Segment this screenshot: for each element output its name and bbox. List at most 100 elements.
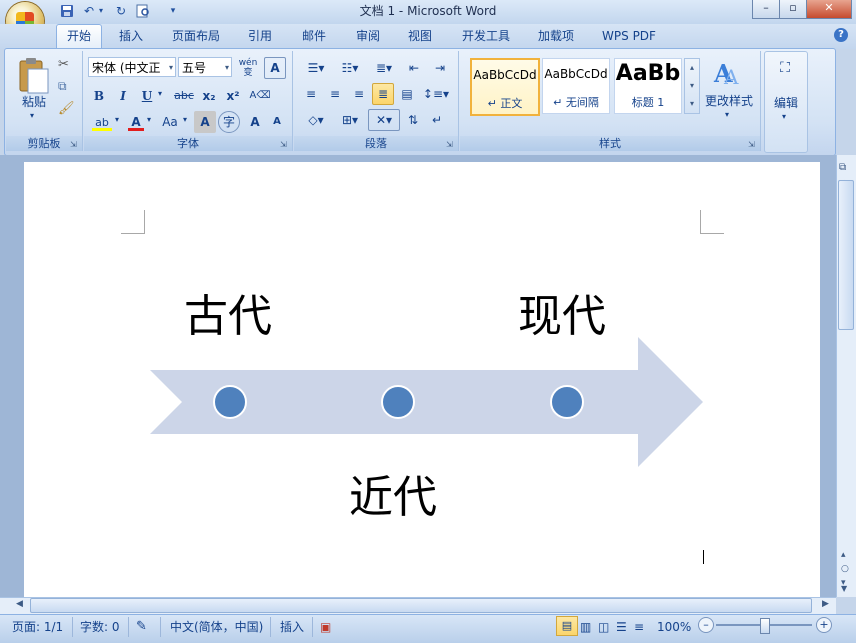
scroll-right-icon[interactable]: ▶	[822, 599, 829, 609]
font-group: 宋体 (中文正 ▾ 五号 ▾ wén 变 A B I U ▾ abc x₂ x²…	[84, 51, 293, 151]
tab-home[interactable]: 开始	[56, 24, 102, 49]
copy-icon[interactable]: ⧉	[58, 79, 67, 94]
subscript-button[interactable]: x₂	[198, 85, 220, 107]
underline-button[interactable]: U	[136, 85, 158, 107]
scroll-down-icon[interactable]: ▼	[841, 584, 847, 593]
proofing-icon[interactable]: ✎	[136, 618, 147, 636]
paste-dropdown-icon[interactable]: ▾	[30, 111, 34, 120]
multilevel-list-icon[interactable]: ≣▾	[368, 57, 400, 79]
font-color-button[interactable]: A	[124, 111, 148, 133]
horizontal-scroll-thumb[interactable]	[30, 598, 812, 613]
insert-mode[interactable]: 插入	[280, 618, 304, 636]
distributed-icon[interactable]: ▤	[396, 83, 418, 105]
web-layout-view-icon[interactable]: ◫	[598, 618, 609, 636]
font-name-combo[interactable]: 宋体 (中文正 ▾	[88, 57, 176, 77]
timeline-diagram[interactable]	[140, 330, 720, 480]
phonetic-guide-button[interactable]: wén 变	[236, 57, 260, 79]
outline-view-icon[interactable]: ☰	[616, 618, 627, 636]
change-styles-label[interactable]: 更改样式	[702, 92, 756, 109]
print-preview-icon[interactable]	[134, 2, 152, 20]
borders-icon[interactable]: ⊞▾	[334, 109, 366, 131]
tab-page-layout[interactable]: 页面布局	[164, 25, 228, 47]
tab-review[interactable]: 审阅	[348, 25, 388, 47]
character-shading-button[interactable]: A	[194, 111, 216, 133]
format-painter-icon[interactable]: 🖌	[58, 101, 75, 116]
shading-icon[interactable]: ◇▾	[300, 109, 332, 131]
paste-icon[interactable]	[16, 57, 52, 97]
word-count[interactable]: 字数: 0	[80, 618, 120, 636]
macro-record-icon[interactable]: ▣	[320, 618, 331, 636]
line-spacing-icon[interactable]: ↕≡▾	[420, 83, 452, 105]
italic-button[interactable]: I	[112, 85, 134, 107]
sort-icon[interactable]: ⇅	[402, 109, 424, 131]
decrease-indent-icon[interactable]: ⇤	[402, 57, 426, 79]
print-layout-view-icon[interactable]: ▤	[556, 616, 578, 636]
help-icon[interactable]: ?	[834, 28, 848, 42]
ruler-toggle-icon[interactable]: ⧉	[839, 162, 846, 173]
show-marks-icon[interactable]: ↵	[426, 109, 448, 131]
close-button[interactable]: ✕	[806, 0, 852, 19]
cut-icon[interactable]: ✂	[58, 57, 69, 72]
tab-mailings[interactable]: 邮件	[294, 25, 334, 47]
paste-label[interactable]: 粘贴	[16, 93, 52, 110]
zoom-level[interactable]: 100%	[657, 618, 691, 636]
style-heading-1[interactable]: AaBb 标题 1	[614, 58, 682, 114]
justify-icon[interactable]: ≣	[372, 83, 394, 105]
style-sample: AaBb	[615, 61, 681, 86]
highlight-dropdown-icon[interactable]: ▾	[115, 115, 119, 124]
draft-view-icon[interactable]: ≡	[634, 618, 644, 636]
highlight-color-button[interactable]: ab	[88, 111, 116, 133]
chinese-layout-icon[interactable]: ✕▾	[368, 109, 400, 131]
undo-dropdown-icon[interactable]: ▾	[96, 2, 106, 20]
increase-indent-icon[interactable]: ⇥	[428, 57, 452, 79]
redo-icon[interactable]: ↻	[112, 2, 130, 20]
clipboard-launcher-icon[interactable]: ⇲	[70, 140, 79, 149]
change-case-button[interactable]: Aa	[156, 111, 184, 133]
tab-wps-pdf[interactable]: WPS PDF	[594, 25, 664, 47]
bullets-icon[interactable]: ☰▾	[300, 57, 332, 79]
bold-button[interactable]: B	[88, 85, 110, 107]
styles-launcher-icon[interactable]: ⇲	[748, 140, 757, 149]
underline-dropdown-icon[interactable]: ▾	[158, 89, 162, 98]
tab-insert[interactable]: 插入	[110, 25, 152, 47]
style-normal[interactable]: AaBbCcDd ↵ 正文	[470, 58, 540, 116]
style-no-spacing[interactable]: AaBbCcDd ↵ 无间隔	[542, 58, 610, 114]
vertical-scroll-thumb[interactable]	[838, 180, 854, 330]
change-case-dropdown-icon[interactable]: ▾	[183, 115, 187, 124]
change-styles-dropdown-icon[interactable]: ▾	[725, 110, 729, 119]
paragraph-launcher-icon[interactable]: ⇲	[446, 140, 455, 149]
editing-group[interactable]: ⛶ 编辑 ▾	[764, 51, 808, 153]
font-color-dropdown-icon[interactable]: ▾	[147, 115, 151, 124]
align-left-icon[interactable]: ≡	[300, 83, 322, 105]
zoom-out-icon[interactable]: –	[698, 617, 714, 633]
font-size-combo[interactable]: 五号 ▾	[178, 57, 232, 77]
grow-font-button[interactable]: A	[244, 111, 266, 133]
customize-qat-icon[interactable]: ▾	[164, 2, 182, 20]
strikethrough-button[interactable]: abc	[170, 85, 198, 107]
character-border-button[interactable]: A	[264, 57, 286, 79]
numbering-icon[interactable]: ☷▾	[334, 57, 366, 79]
tab-developer[interactable]: 开发工具	[454, 25, 518, 47]
shrink-font-button[interactable]: A	[266, 111, 288, 133]
save-icon[interactable]	[58, 2, 76, 20]
align-right-icon[interactable]: ≡	[348, 83, 370, 105]
full-screen-view-icon[interactable]: ▥	[580, 618, 591, 636]
zoom-slider-thumb[interactable]	[760, 618, 770, 634]
style-name: 标题 1	[631, 96, 665, 109]
page-count[interactable]: 页面: 1/1	[12, 618, 63, 636]
align-center-icon[interactable]: ≡	[324, 83, 346, 105]
tab-references[interactable]: 引用	[240, 25, 280, 47]
superscript-button[interactable]: x²	[222, 85, 244, 107]
tab-view[interactable]: 视图	[400, 25, 440, 47]
font-launcher-icon[interactable]: ⇲	[280, 140, 289, 149]
zoom-in-icon[interactable]: +	[816, 617, 832, 633]
language[interactable]: 中文(简体，中国)	[170, 618, 263, 636]
change-styles-icon[interactable]: AA	[712, 58, 742, 89]
enclose-characters-button[interactable]: 字	[218, 111, 240, 133]
tab-addins[interactable]: 加载项	[530, 25, 582, 47]
minimize-button[interactable]: –	[752, 0, 780, 19]
scroll-left-icon[interactable]: ◀	[16, 599, 23, 609]
maximize-button[interactable]: ▫	[779, 0, 807, 19]
clear-formatting-icon[interactable]: A⌫	[248, 85, 272, 107]
styles-scroll[interactable]: ▴ ▾ ▾	[684, 58, 700, 114]
